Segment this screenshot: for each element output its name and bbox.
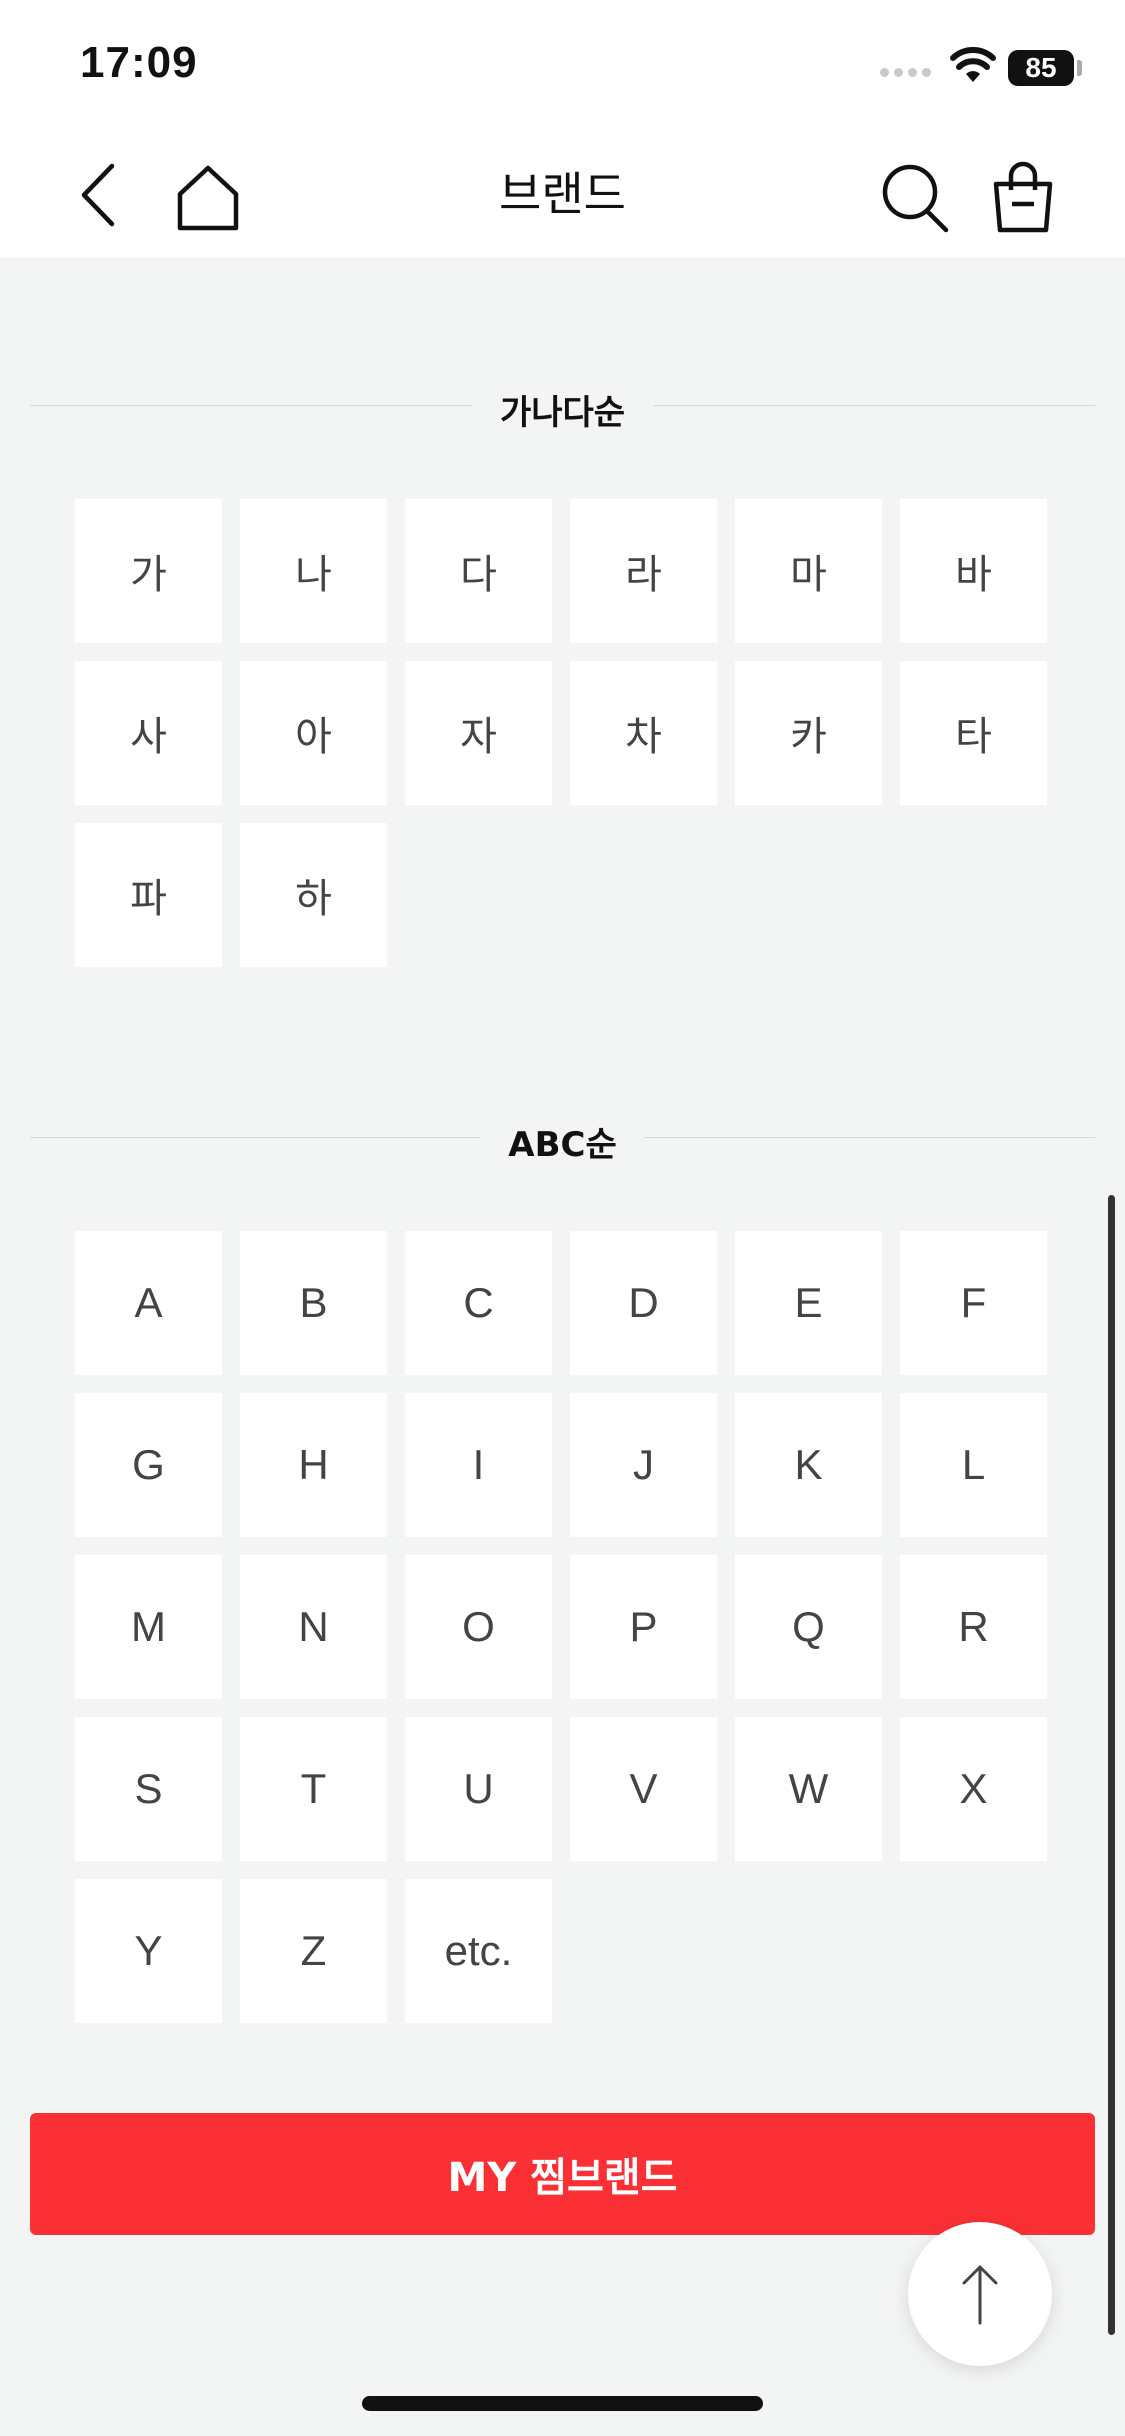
wifi-icon (950, 46, 996, 88)
scrollbar[interactable] (1108, 1195, 1115, 2335)
latin-index-tile[interactable]: R (900, 1555, 1047, 1699)
latin-index-tile[interactable]: Y (75, 1879, 222, 2023)
scroll-to-top-button[interactable] (908, 2222, 1052, 2366)
korean-section-title: 가나다순 (471, 385, 654, 434)
latin-index-tile[interactable]: E (735, 1231, 882, 1375)
latin-index-tile[interactable]: V (570, 1717, 717, 1861)
latin-index-tile[interactable]: A (75, 1231, 222, 1375)
latin-index-tile[interactable]: D (570, 1231, 717, 1375)
latin-index-tile[interactable]: J (570, 1393, 717, 1537)
shopping-bag-icon[interactable] (988, 160, 1058, 240)
korean-index-tile[interactable]: 라 (570, 499, 717, 643)
arrow-up-icon (962, 2265, 998, 2325)
status-time: 17:09 (80, 38, 198, 87)
latin-index-tile[interactable]: P (570, 1555, 717, 1699)
korean-index-grid: 가나다라마바사아자차카타파하 (75, 499, 1050, 967)
latin-index-tile[interactable]: S (75, 1717, 222, 1861)
korean-index-tile[interactable]: 아 (240, 661, 387, 805)
latin-index-tile[interactable]: W (735, 1717, 882, 1861)
korean-section-header: 가나다순 (30, 385, 1095, 434)
latin-section-title: ABC순 (480, 1117, 645, 1166)
latin-index-tile[interactable]: K (735, 1393, 882, 1537)
korean-index-tile[interactable]: 다 (405, 499, 552, 643)
latin-index-tile[interactable]: O (405, 1555, 552, 1699)
latin-index-tile[interactable]: I (405, 1393, 552, 1537)
home-indicator (362, 2396, 763, 2411)
latin-index-tile[interactable]: T (240, 1717, 387, 1861)
battery-indicator: 85 (1008, 50, 1074, 86)
korean-index-tile[interactable]: 바 (900, 499, 1047, 643)
korean-index-tile[interactable]: 파 (75, 823, 222, 967)
korean-index-tile[interactable]: 사 (75, 661, 222, 805)
latin-index-tile[interactable]: N (240, 1555, 387, 1699)
korean-index-tile[interactable]: 카 (735, 661, 882, 805)
latin-index-tile[interactable]: M (75, 1555, 222, 1699)
top-nav-bar: 브랜드 (0, 130, 1125, 258)
korean-index-tile[interactable]: 하 (240, 823, 387, 967)
battery-tip (1077, 60, 1082, 76)
korean-index-tile[interactable]: 차 (570, 661, 717, 805)
latin-index-tile[interactable]: B (240, 1231, 387, 1375)
korean-index-tile[interactable]: 가 (75, 499, 222, 643)
signal-icon (880, 62, 936, 81)
latin-index-tile[interactable]: Q (735, 1555, 882, 1699)
my-favorite-brands-button[interactable]: MY 찜브랜드 (30, 2113, 1095, 2235)
page-title: 브랜드 (499, 167, 626, 221)
latin-index-tile[interactable]: H (240, 1393, 387, 1537)
search-icon[interactable] (878, 160, 954, 240)
korean-index-tile[interactable]: 타 (900, 661, 1047, 805)
latin-index-tile[interactable]: F (900, 1231, 1047, 1375)
korean-index-tile[interactable]: 마 (735, 499, 882, 643)
korean-index-tile[interactable]: 자 (405, 661, 552, 805)
latin-section-header: ABC순 (30, 1117, 1095, 1166)
latin-index-tile[interactable]: C (405, 1231, 552, 1375)
latin-index-tile[interactable]: U (405, 1717, 552, 1861)
latin-index-tile[interactable]: Z (240, 1879, 387, 2023)
status-bar: 17:09 85 (0, 0, 1125, 130)
latin-index-grid: A B C D E F G H I J K L M N O P Q R S T U V W X Y Zetc. (75, 1231, 1050, 2023)
latin-index-tile[interactable]: L (900, 1393, 1047, 1537)
latin-index-tile[interactable]: etc. (405, 1879, 552, 2023)
latin-index-tile[interactable]: G (75, 1393, 222, 1537)
korean-index-tile[interactable]: 나 (240, 499, 387, 643)
latin-index-tile[interactable]: X (900, 1717, 1047, 1861)
